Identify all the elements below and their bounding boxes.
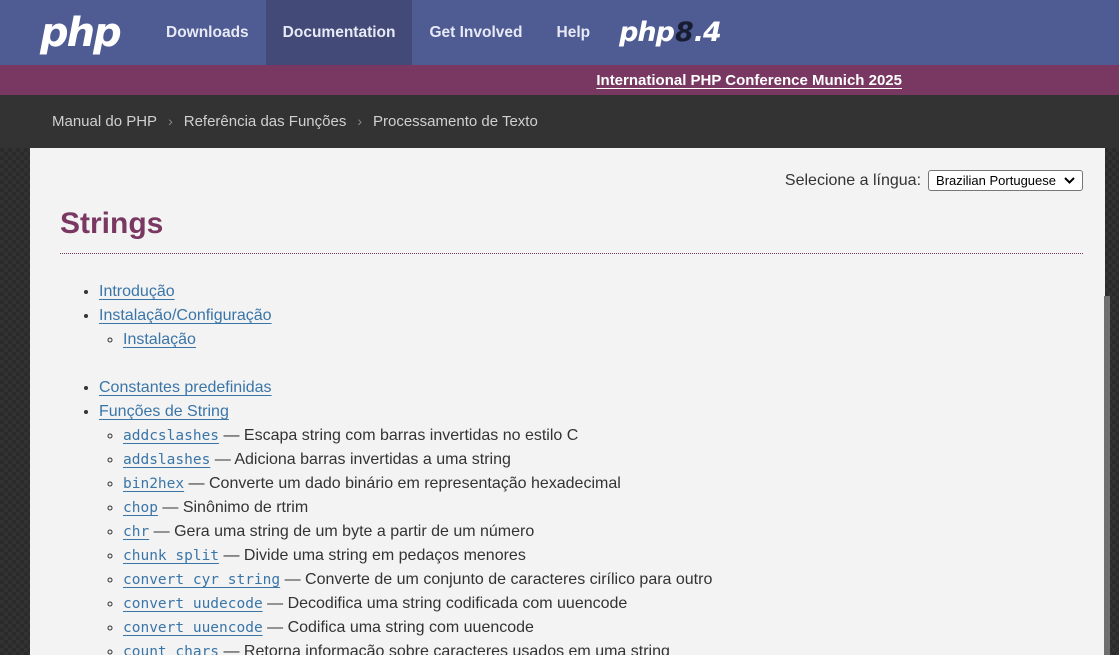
language-select[interactable]: Brazilian Portuguese [928, 170, 1083, 191]
toc-subitem: convert_uuencode — Codifica uma string c… [123, 616, 1083, 640]
function-description: — Decodifica uma string codificada com u… [262, 595, 628, 612]
nav-item-get-involved[interactable]: Get Involved [412, 0, 539, 65]
breadcrumb-link[interactable]: Referência das Funções [184, 113, 347, 130]
toc-subitem: count_chars — Retorna informação sobre c… [123, 640, 1083, 655]
function-link[interactable]: convert_cyr_string [123, 572, 280, 588]
function-link[interactable]: chr [123, 524, 149, 540]
toc-item: Instalação/Configuração Instalação [99, 304, 1083, 352]
breadcrumb-trail: Manual do PHP › Referência das Funções › Pro… [52, 113, 538, 130]
breadcrumb: Manual do PHP › Referência das Funções › Pro… [0, 95, 1119, 148]
toc-link[interactable]: Constantes predefinidas [99, 379, 272, 396]
version-logo-php: php [619, 17, 675, 48]
toc-subitem: chunk_split — Divide uma string em pedaç… [123, 544, 1083, 568]
php-logo[interactable]: php [0, 0, 149, 65]
version-logo-minor: .4 [693, 17, 722, 48]
top-nav: php Downloads Documentation Get Involved He… [0, 0, 1119, 65]
conference-link[interactable]: International PHP Conference Munich 2025 [596, 72, 902, 89]
breadcrumb-separator: › [168, 113, 173, 129]
scrollbar-thumb[interactable] [1104, 296, 1110, 655]
function-description: — Retorna informação sobre caracteres us… [219, 643, 670, 655]
language-row: Selecione a língua: Brazilian Portuguese [52, 170, 1083, 191]
nav-item-downloads[interactable]: Downloads [149, 0, 266, 65]
nav-item-documentation[interactable]: Documentation [265, 0, 413, 65]
language-label: Selecione a língua: [784, 171, 922, 189]
toc-subitem: Instalação [123, 328, 1083, 352]
toc-subitem: addcslashes — Escapa string com barras i… [123, 424, 1083, 448]
page-title: Strings [60, 207, 164, 240]
function-link[interactable]: convert_uuencode [123, 620, 263, 636]
function-description: — Adiciona barras invertidas a uma strin… [210, 451, 511, 468]
breadcrumb-link[interactable]: Manual do PHP [52, 113, 157, 130]
php84-version-logo[interactable]: php 8.4 [619, 0, 722, 65]
toc-link[interactable]: Instalação/Configuração [99, 307, 272, 324]
conference-banner: International PHP Conference Munich 2025 [0, 65, 1119, 95]
toc-subitem: chop — Sinônimo de rtrim [123, 496, 1083, 520]
function-link[interactable]: bin2hex [123, 476, 184, 492]
page-background: Selecione a língua: Brazilian Portuguese… [0, 148, 1119, 655]
breadcrumb-link[interactable]: Processamento de Texto [373, 113, 538, 130]
function-link[interactable]: addcslashes [123, 428, 219, 444]
breadcrumb-separator: › [357, 113, 362, 129]
toc-list: IntroduçãoInstalação/ConfiguraçãoInstala… [52, 280, 1083, 655]
nav-menu: Downloads Documentation Get Involved Help [149, 0, 607, 65]
function-description: — Gera uma string de um byte a partir de… [149, 523, 535, 540]
toc-item: Constantes predefinidas [99, 376, 1083, 400]
toc-subitem: addslashes — Adiciona barras invertidas … [123, 448, 1083, 472]
toc-subitem: convert_cyr_string — Converte de um conj… [123, 568, 1083, 592]
toc-link[interactable]: Instalação [123, 331, 196, 348]
version-logo-eight: 8 [675, 17, 694, 48]
function-description: — Converte um dado binário em representa… [184, 475, 621, 492]
title-divider [60, 253, 1083, 254]
toc-subitem: chr — Gera uma string de um byte a parti… [123, 520, 1083, 544]
toc-link[interactable]: Funções de String [99, 403, 229, 420]
chevron-down-icon [1064, 177, 1075, 184]
toc-item: Introdução [99, 280, 1083, 304]
function-link[interactable]: count_chars [123, 644, 219, 655]
toc-sublist: addcslashes — Escapa string com barras i… [99, 424, 1083, 655]
content-card: Selecione a língua: Brazilian Portuguese… [30, 148, 1105, 655]
function-description: — Converte de um conjunto de caracteres … [280, 571, 713, 588]
toc-subitem: bin2hex — Converte um dado binário em re… [123, 472, 1083, 496]
language-select-value: Brazilian Portuguese [936, 173, 1056, 188]
function-link[interactable]: addslashes [123, 452, 210, 468]
toc-subitem: convert_uudecode — Decodifica uma string… [123, 592, 1083, 616]
toc-sublist: Instalação [99, 328, 1083, 352]
toc-item: Funções de String addcslashes — Escapa st… [99, 400, 1083, 655]
function-link[interactable]: chunk_split [123, 548, 219, 564]
nav-item-help[interactable]: Help [540, 0, 608, 65]
toc-link[interactable]: Introdução [99, 283, 175, 300]
function-description: — Sinônimo de rtrim [157, 499, 309, 516]
function-description: — Escapa string com barras invertidas no… [219, 427, 579, 444]
function-link[interactable]: convert_uudecode [123, 596, 263, 612]
function-description: — Divide uma string em pedaços menores [219, 547, 526, 564]
function-description: — Codifica uma string com uuencode [262, 619, 534, 636]
function-link[interactable]: chop [123, 500, 158, 516]
